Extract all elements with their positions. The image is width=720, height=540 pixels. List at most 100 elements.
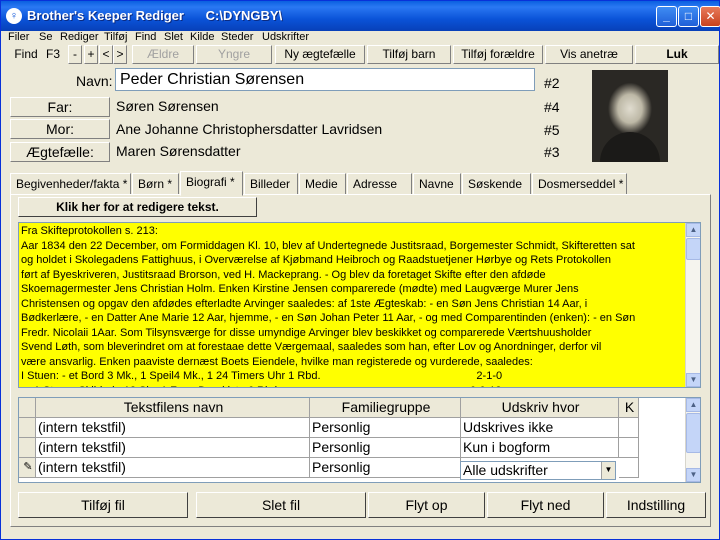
- spouse-name: Maren Sørensdatter: [116, 143, 241, 159]
- tab-media[interactable]: Medie: [299, 173, 346, 195]
- father-number: #4: [544, 99, 560, 115]
- grid-header-name[interactable]: Tekstfilens navn: [36, 398, 310, 418]
- close-record-button[interactable]: Luk: [635, 45, 719, 64]
- app-window: ♀ Brother's Keeper Rediger C:\DYNGBY\ _ …: [0, 0, 720, 540]
- biography-line: Aar 1834 den 22 December, om Formiddagen…: [21, 239, 635, 252]
- row-selector[interactable]: [19, 418, 36, 438]
- menu-find[interactable]: Find: [135, 31, 156, 43]
- grid-scroll-up-icon[interactable]: ▲: [686, 398, 700, 412]
- menu-tilfoej[interactable]: Tilføj: [104, 31, 127, 43]
- maximize-button[interactable]: □: [678, 6, 699, 27]
- younger-button[interactable]: Yngre: [196, 45, 272, 64]
- name-label: Navn:: [76, 73, 113, 89]
- tab-address[interactable]: Adresse: [347, 173, 412, 195]
- spouse-number: #3: [544, 144, 560, 160]
- tab-names[interactable]: Navne: [413, 173, 461, 195]
- add-file-button[interactable]: Tilføj fil: [18, 492, 188, 518]
- biography-text-area[interactable]: Fra Skifteprotokollen s. 213: Aar 1834 de…: [18, 222, 701, 388]
- menu-se[interactable]: Se: [39, 31, 52, 43]
- print-where-value: Alle udskrifter: [463, 462, 548, 478]
- biography-line: ført af Byeskriveren, Justitsraad Brorso…: [21, 268, 546, 281]
- father-button[interactable]: Far:: [10, 97, 110, 117]
- person-number: #2: [544, 75, 560, 91]
- edit-pencil-icon[interactable]: ✎: [19, 458, 36, 478]
- spouse-button[interactable]: Ægtefælle:: [10, 142, 110, 162]
- menu-kilde[interactable]: Kilde: [190, 31, 214, 43]
- find-button[interactable]: Find: [11, 45, 41, 64]
- scroll-down-icon[interactable]: ▼: [686, 373, 700, 387]
- biography-line: og holdet i Skolegadens Fattighuus, i Ov…: [21, 254, 612, 266]
- row-selector[interactable]: [19, 438, 36, 458]
- new-spouse-button[interactable]: Ny ægtefælle: [275, 45, 365, 64]
- move-down-button[interactable]: Flyt ned: [487, 492, 604, 518]
- table-cell-group[interactable]: Personlig: [310, 458, 461, 478]
- older-button[interactable]: Ældre: [132, 45, 194, 64]
- grid-header-group[interactable]: Familiegruppe: [310, 398, 461, 418]
- delete-file-button[interactable]: Slet fil: [196, 492, 366, 518]
- table-cell-k[interactable]: [619, 418, 639, 438]
- person-photo[interactable]: [592, 70, 668, 162]
- name-field[interactable]: Peder Christian Sørensen: [115, 68, 535, 91]
- biography-line: Fredr. Nicolaii 1Aar. Som Tilsynsværge f…: [21, 326, 592, 339]
- tab-bar: Begivenheder/fakta * Børn * Biografi * B…: [10, 171, 710, 211]
- add-parents-button[interactable]: Tilføj forældre: [453, 45, 543, 64]
- next-button[interactable]: >: [113, 45, 127, 64]
- table-cell-name[interactable]: (intern tekstfil): [36, 438, 310, 458]
- menu-rediger[interactable]: Rediger: [60, 31, 99, 43]
- menu-slet[interactable]: Slet: [164, 31, 183, 43]
- scroll-up-icon[interactable]: ▲: [686, 223, 700, 237]
- grid-corner: [19, 398, 36, 418]
- move-up-button[interactable]: Flyt op: [368, 492, 485, 518]
- previous-button[interactable]: <: [99, 45, 113, 64]
- edit-text-button[interactable]: Klik her for at redigere tekst.: [18, 197, 257, 217]
- scroll-thumb[interactable]: [686, 238, 700, 260]
- tab-notepad[interactable]: Dosmerseddel *: [532, 173, 627, 195]
- show-ancestors-button[interactable]: Vis anetræ: [545, 45, 633, 64]
- tab-children[interactable]: Børn *: [132, 173, 179, 195]
- table-cell-name[interactable]: (intern tekstfil): [36, 458, 310, 478]
- grid-header-k[interactable]: K: [619, 398, 639, 418]
- grid-scroll-down-icon[interactable]: ▼: [686, 468, 700, 482]
- window-title: Brother's Keeper Rediger C:\DYNGBY\: [27, 8, 283, 23]
- menu-steder[interactable]: Steder: [221, 31, 253, 43]
- plus-button[interactable]: +: [84, 45, 98, 64]
- menu-udskrifter[interactable]: Udskrifter: [262, 31, 309, 43]
- tab-siblings[interactable]: Søskende: [462, 173, 531, 195]
- tab-events[interactable]: Begivenheder/fakta *: [10, 173, 131, 195]
- biography-text: Fra Skifteprotokollen s. 213: Aar 1834 de…: [21, 224, 687, 387]
- add-child-button[interactable]: Tilføj barn: [367, 45, 451, 64]
- table-cell-k[interactable]: [619, 458, 639, 478]
- biography-line: Fra Skifteprotokollen s. 213:: [21, 225, 158, 237]
- photo-coat: [600, 132, 660, 162]
- mother-number: #5: [544, 122, 560, 138]
- grid-header-where[interactable]: Udskriv hvor: [461, 398, 619, 418]
- settings-button[interactable]: Indstilling: [606, 492, 706, 518]
- table-cell-where[interactable]: Udskrives ikke: [461, 418, 619, 438]
- table-cell-group[interactable]: Personlig: [310, 418, 461, 438]
- table-cell-where[interactable]: Kun i bogform: [461, 438, 619, 458]
- biography-line: Bødkerlære, - en Datter Ane Marie 12 Aar…: [21, 312, 636, 324]
- biography-line: I Stuen: - et Bord 3 Mk., 1 Speil4 Mk., …: [21, 370, 503, 382]
- find-f3-button[interactable]: F3: [43, 45, 63, 64]
- grid-scroll-thumb[interactable]: [686, 413, 700, 453]
- mother-button[interactable]: Mor:: [10, 119, 110, 139]
- grid-scrollbar[interactable]: ▲ ▼: [685, 398, 700, 482]
- biography-scrollbar[interactable]: ▲ ▼: [685, 223, 700, 387]
- title-bar[interactable]: ♀ Brother's Keeper Rediger C:\DYNGBY\ _ …: [1, 1, 720, 31]
- app-icon[interactable]: ♀: [6, 8, 22, 24]
- menu-bar: Filer Se Rediger Tilføj Find Slet Kilde …: [1, 31, 719, 45]
- print-where-select[interactable]: Alle udskrifter ▼: [460, 461, 616, 480]
- menu-filer[interactable]: Filer: [8, 31, 29, 43]
- table-cell-group[interactable]: Personlig: [310, 438, 461, 458]
- father-name: Søren Sørensen: [116, 98, 219, 114]
- chevron-down-icon[interactable]: ▼: [601, 462, 615, 479]
- tab-pictures[interactable]: Billeder *: [244, 173, 298, 211]
- biography-line: Svend Løth, som bleverindret om at fores…: [21, 341, 602, 353]
- minus-button[interactable]: -: [68, 45, 82, 64]
- close-window-button[interactable]: ✕: [700, 6, 720, 27]
- table-cell-name[interactable]: (intern tekstfil): [36, 418, 310, 438]
- minimize-button[interactable]: _: [656, 6, 677, 27]
- tab-biography[interactable]: Biografi *: [180, 171, 243, 196]
- table-cell-k[interactable]: [619, 438, 639, 458]
- biography-line: Skoemagermester Jens Christian Holm. Enk…: [21, 283, 579, 295]
